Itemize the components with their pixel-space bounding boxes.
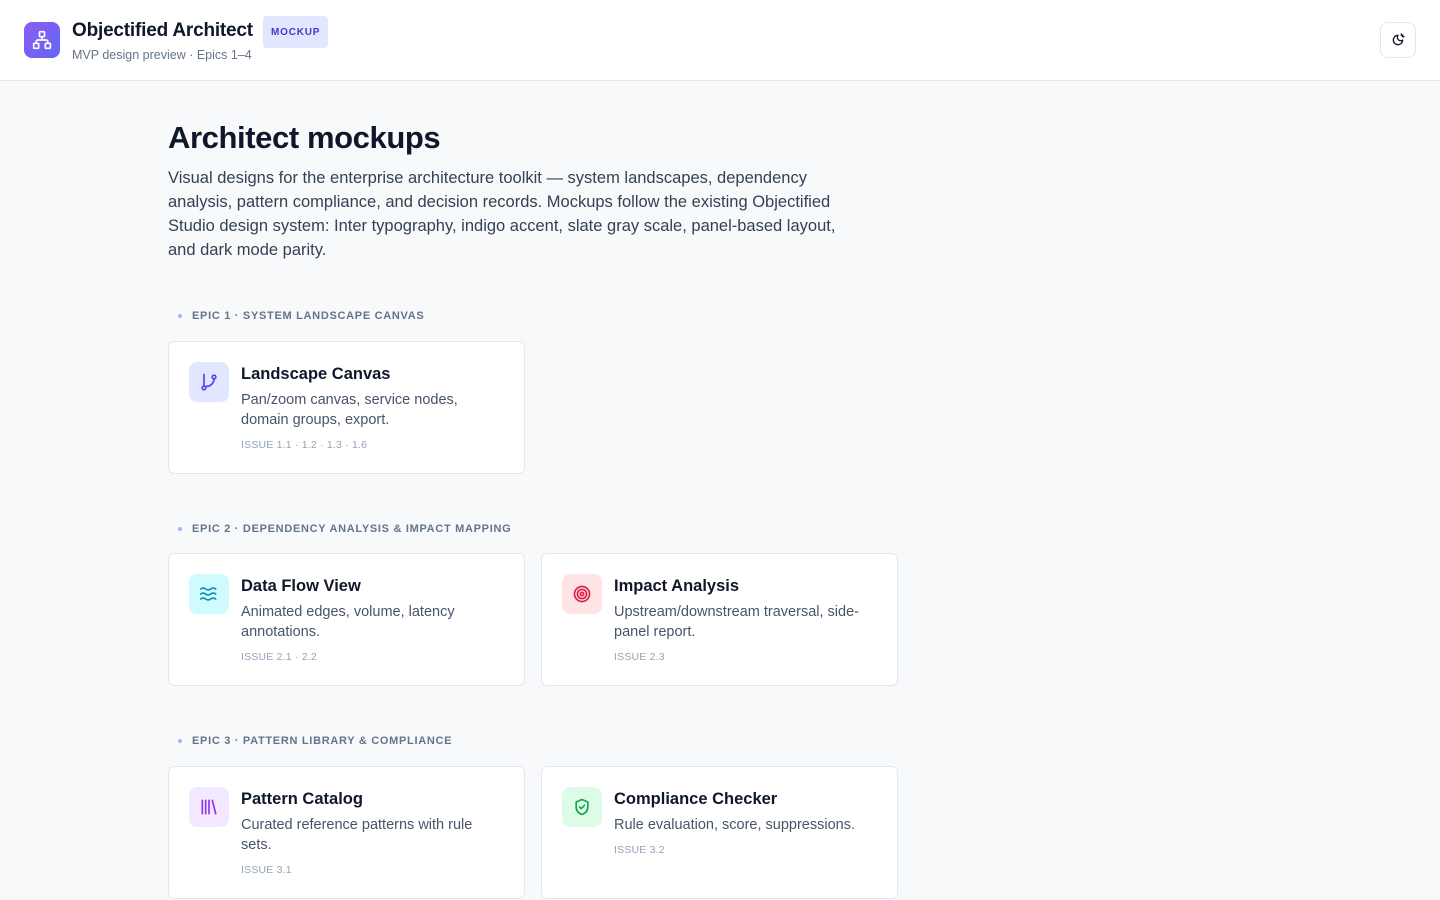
bullet-dot: [178, 527, 182, 531]
target-icon: [562, 574, 602, 614]
network-icon[interactable]: [24, 22, 60, 58]
card-landscape-canvas[interactable]: Landscape Canvas Pan/zoom canvas, servic…: [168, 341, 525, 474]
card-title: Pattern Catalog: [241, 790, 363, 808]
git-branch-icon: [189, 362, 229, 402]
mockup-badge: MOCKUP: [263, 16, 329, 48]
epic-heading-label: EPIC 2 · DEPENDENCY ANALYSIS & IMPACT MA…: [192, 523, 512, 535]
card-issue: ISSUE 2.1 · 2.2: [241, 651, 317, 663]
card-description: Curated reference patterns with rule set…: [241, 817, 473, 853]
card-title: Data Flow View: [241, 577, 361, 595]
epic-heading-label: EPIC 1 · SYSTEM LANDSCAPE CANVAS: [192, 310, 425, 322]
theme-toggle-icon: [1392, 33, 1405, 46]
bullet-dot: [178, 314, 182, 318]
top-bar: Objectified Architect MOCKUP MVP design …: [0, 0, 1440, 81]
page-intro: Visual designs for the enterprise archit…: [168, 169, 836, 259]
card-title: Compliance Checker: [614, 790, 778, 808]
card-data-flow-view[interactable]: Data Flow View Animated edges, volume, l…: [168, 553, 525, 686]
epic-heading-3: EPIC 3 · PATTERN LIBRARY & COMPLIANCE: [178, 735, 452, 747]
card-issue: ISSUE 3.2: [614, 844, 665, 856]
card-issue: ISSUE 2.3: [614, 651, 665, 663]
waves-icon: [189, 574, 229, 614]
card-issue: ISSUE 1.1 · 1.2 · 1.3 · 1.6: [241, 439, 368, 451]
page-title: Architect mockups: [168, 120, 441, 155]
card-compliance-checker[interactable]: Compliance Checker Rule evaluation, scor…: [541, 766, 898, 899]
card-impact-analysis[interactable]: Impact Analysis Upstream/downstream trav…: [541, 553, 898, 686]
theme-toggle-button[interactable]: [1380, 22, 1416, 58]
card-description: Pan/zoom canvas, service nodes, domain g…: [241, 392, 458, 428]
card-title: Landscape Canvas: [241, 365, 391, 383]
card-pattern-catalog[interactable]: Pattern Catalog Curated reference patter…: [168, 766, 525, 899]
card-issue: ISSUE 3.1: [241, 864, 292, 876]
card-title: Impact Analysis: [614, 577, 740, 595]
card-description: Upstream/downstream traversal, side-pane…: [614, 604, 859, 640]
epic-heading-1: EPIC 1 · SYSTEM LANDSCAPE CANVAS: [178, 310, 424, 322]
library-icon: [189, 787, 229, 827]
bullet-dot: [178, 739, 182, 743]
app-subtitle: MVP design preview · Epics 1–4: [72, 48, 252, 62]
app-title: Objectified Architect: [72, 20, 253, 41]
shield-check-icon: [562, 787, 602, 827]
epic-heading-2: EPIC 2 · DEPENDENCY ANALYSIS & IMPACT MA…: [178, 523, 511, 535]
epic-heading-label: EPIC 3 · PATTERN LIBRARY & COMPLIANCE: [192, 735, 453, 747]
card-description: Animated edges, volume, latency annotati…: [241, 604, 455, 640]
card-description: Rule evaluation, score, suppressions.: [614, 817, 855, 833]
